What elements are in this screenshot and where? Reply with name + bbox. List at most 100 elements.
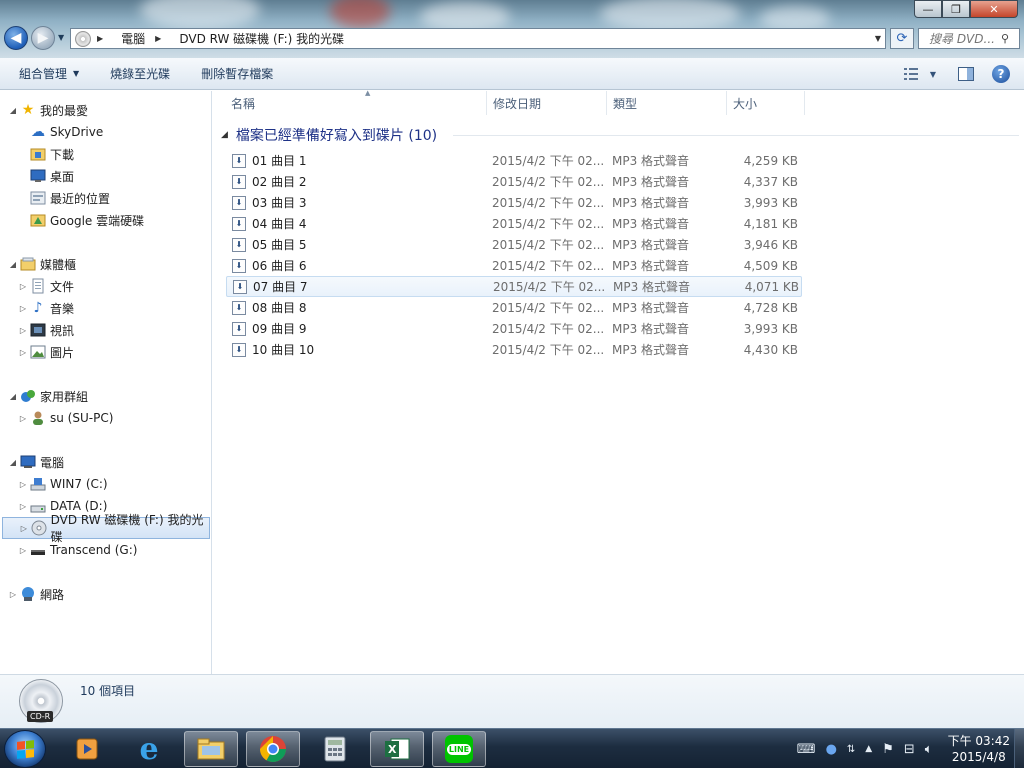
nav-drive-g[interactable]: ▷ Transcend (G:) [18, 539, 208, 561]
nav-drive-f[interactable]: ▷ DVD RW 磁碟機 (F:) 我的光碟 [2, 513, 210, 544]
video-icon [30, 322, 46, 338]
address-history-dropdown[interactable]: ▼ [875, 34, 881, 43]
nav-recent-places[interactable]: 最近的位置 [28, 187, 208, 209]
hard-drive-icon [30, 498, 46, 514]
sort-ascending-icon: ▲ [365, 89, 371, 97]
group-header[interactable]: ◢ 檔案已經準備好寫入到碟片 (10) [221, 125, 437, 145]
burn-to-disc-button[interactable]: 燒錄至光碟 [91, 65, 170, 82]
expand-icon[interactable]: ▷ [18, 304, 28, 313]
delete-temp-files-button[interactable]: 刪除暫存檔案 [182, 65, 273, 82]
nav-libraries[interactable]: ◢ 媒體櫃 [8, 253, 208, 275]
taskbar-calculator[interactable] [308, 731, 362, 767]
volume-icon[interactable]: 🔈︎ [925, 742, 933, 757]
taskbar-internet-explorer[interactable]: e [122, 731, 176, 767]
taskbar-excel[interactable]: X [370, 731, 424, 767]
network-icon [20, 586, 36, 602]
pending-burn-file-icon: ⬇ [232, 174, 246, 189]
taskbar-media-player[interactable] [60, 731, 114, 767]
computer-icon [20, 454, 36, 470]
nav-google-drive[interactable]: Google 雲端硬碟 [28, 209, 208, 231]
show-desktop-button[interactable] [1014, 729, 1024, 768]
expand-icon[interactable]: ▷ [19, 524, 29, 533]
file-row[interactable]: ⬇ 10 曲目 10 2015/4/2 下午 02... MP3 格式聲音 4,… [226, 339, 802, 360]
taskbar-chrome[interactable] [246, 731, 300, 767]
nav-pictures[interactable]: ▷ 圖片 [18, 341, 208, 363]
nav-documents[interactable]: ▷ 文件 [18, 275, 208, 297]
organize-button[interactable]: 組合管理 ▼ [0, 65, 79, 82]
expand-icon[interactable]: ▷ [18, 414, 28, 423]
show-hidden-icons-button[interactable]: ▲ [865, 744, 872, 754]
maximize-button[interactable]: ❐ [942, 0, 970, 18]
nav-computer[interactable]: ◢ 電腦 [8, 451, 208, 473]
collapse-icon[interactable]: ◢ [8, 392, 18, 401]
view-options-button[interactable]: ▼ [900, 64, 940, 84]
nav-drive-c[interactable]: ▷ WIN7 (C:) [18, 473, 208, 495]
minimize-button[interactable]: — [914, 0, 942, 18]
clock[interactable]: 下午 03:42 2015/4/8 [948, 733, 1010, 765]
collapse-icon[interactable]: ◢ [8, 458, 18, 467]
expand-icon[interactable]: ▷ [18, 480, 28, 489]
arrow-left-icon: ◀ [10, 30, 22, 46]
file-row[interactable]: ⬇ 06 曲目 6 2015/4/2 下午 02... MP3 格式聲音 4,5… [226, 255, 802, 276]
nav-skydrive[interactable]: ☁ SkyDrive [28, 121, 208, 143]
close-button[interactable]: ✕ [970, 0, 1018, 18]
line-icon: LINE [445, 735, 473, 763]
file-row[interactable]: ⬇ 04 曲目 4 2015/4/2 下午 02... MP3 格式聲音 4,1… [226, 213, 802, 234]
nav-favorites[interactable]: ◢ ★ 我的最愛 [8, 99, 208, 121]
start-button[interactable] [4, 730, 46, 768]
updown-icon[interactable]: ⇅ [847, 744, 855, 755]
libraries-icon [20, 256, 36, 272]
collapse-icon[interactable]: ◢ [8, 106, 18, 115]
expand-icon[interactable]: ▷ [18, 546, 28, 555]
file-row[interactable]: ⬇ 02 曲目 2 2015/4/2 下午 02... MP3 格式聲音 4,3… [226, 171, 802, 192]
taskbar-line[interactable]: LINE [432, 731, 486, 767]
file-row[interactable]: ⬇ 03 曲目 3 2015/4/2 下午 02... MP3 格式聲音 3,9… [226, 192, 802, 213]
chevron-right-icon: ▶ [97, 34, 104, 43]
removable-drive-icon [30, 542, 46, 558]
expand-icon[interactable]: ▷ [18, 348, 28, 357]
nav-homegroup-user[interactable]: ▷ su (SU-PC) [18, 407, 208, 429]
breadcrumb-separator[interactable]: ▶ [155, 34, 169, 43]
expand-icon[interactable]: ▷ [8, 590, 18, 599]
file-row[interactable]: ⬇ 05 曲目 5 2015/4/2 下午 02... MP3 格式聲音 3,9… [226, 234, 802, 255]
refresh-icon: ⟳ [896, 31, 908, 46]
refresh-button[interactable]: ⟳ [890, 28, 914, 49]
network-tray-icon[interactable]: ⊟ [904, 742, 915, 757]
expand-icon[interactable]: ▷ [18, 502, 28, 511]
nav-homegroup[interactable]: ◢ 家用群組 [8, 385, 208, 407]
help-button[interactable]: ? [992, 65, 1010, 83]
back-button[interactable]: ◀ [4, 26, 28, 50]
forward-button[interactable]: ▶ [31, 26, 55, 50]
breadcrumb-computer[interactable]: 電腦 [121, 30, 145, 47]
help-tray-icon[interactable]: ● [826, 742, 837, 757]
file-row[interactable]: ⬇ 01 曲目 1 2015/4/2 下午 02... MP3 格式聲音 4,2… [226, 150, 802, 171]
nav-downloads[interactable]: 下載 [28, 143, 208, 165]
collapse-icon[interactable]: ◢ [221, 130, 228, 140]
taskbar-explorer[interactable] [184, 731, 238, 767]
nav-desktop[interactable]: 桌面 [28, 165, 208, 187]
file-row[interactable]: ⬇ 08 曲目 8 2015/4/2 下午 02... MP3 格式聲音 4,7… [226, 297, 802, 318]
collapse-icon[interactable]: ◢ [8, 260, 18, 269]
keyboard-icon[interactable]: ⌨ [797, 742, 816, 757]
file-row[interactable]: ⬇ 09 曲目 9 2015/4/2 下午 02... MP3 格式聲音 3,9… [226, 318, 802, 339]
nav-videos[interactable]: ▷ 視訊 [18, 319, 208, 341]
column-header-type[interactable]: 類型 [607, 91, 727, 115]
search-box[interactable]: ⚲ [918, 28, 1020, 49]
calculator-icon [324, 736, 346, 762]
breadcrumb-dvd-drive[interactable]: DVD RW 磁碟機 (F:) 我的光碟 [179, 30, 344, 47]
column-header-name[interactable]: 名稱 ▲ [225, 89, 487, 115]
expand-icon[interactable]: ▷ [18, 282, 28, 291]
column-header-size[interactable]: 大小 [727, 91, 805, 115]
file-row-hovered[interactable]: ⬇ 07 曲目 7 2015/4/2 下午 02... MP3 格式聲音 4,0… [226, 276, 802, 297]
address-bar[interactable]: ▶ 電腦 ▶ DVD RW 磁碟機 (F:) 我的光碟 ▼ [70, 28, 886, 49]
nav-network[interactable]: ▷ 網路 [8, 583, 208, 605]
chevron-right-icon: ▶ [155, 34, 162, 43]
search-input[interactable] [929, 31, 1001, 46]
nav-music[interactable]: ▷ ♪ 音樂 [18, 297, 208, 319]
column-header-date[interactable]: 修改日期 [487, 91, 607, 115]
expand-icon[interactable]: ▷ [18, 326, 28, 335]
recent-pages-dropdown[interactable]: ▼ [58, 33, 64, 42]
preview-pane-button[interactable] [956, 64, 976, 84]
breadcrumb-root[interactable]: ▶ [97, 34, 111, 43]
action-center-flag-icon[interactable]: ⚑ [882, 742, 894, 757]
